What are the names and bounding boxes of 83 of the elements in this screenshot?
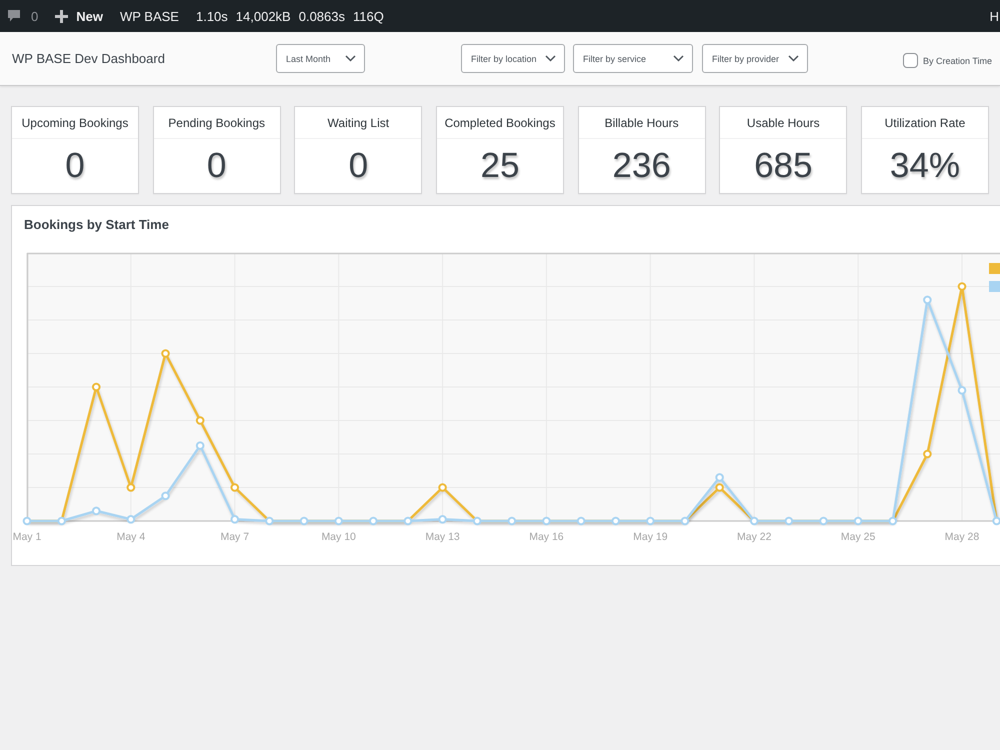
axis-label: May 1 xyxy=(12,531,42,543)
data-point xyxy=(265,516,274,526)
stat-value: 0 xyxy=(64,145,86,187)
data-point xyxy=(854,516,862,526)
filter-select[interactable]: Filter by location xyxy=(461,44,565,73)
data-point xyxy=(784,516,794,526)
data-point xyxy=(57,516,66,526)
axis-label: May 19 xyxy=(633,531,668,543)
stat-value: 0 xyxy=(206,145,228,187)
data-point xyxy=(161,492,170,500)
stat-label: Waiting List xyxy=(295,107,422,139)
stat-value: 25 xyxy=(480,145,520,187)
new-link[interactable]: New xyxy=(55,8,103,24)
stat-value: 236 xyxy=(611,145,672,187)
data-point xyxy=(161,349,170,358)
data-point xyxy=(958,386,966,395)
account-link[interactable]: H xyxy=(990,8,1000,24)
data-point xyxy=(611,516,620,526)
data-point xyxy=(438,483,447,492)
data-point xyxy=(888,516,898,526)
data-point xyxy=(923,296,932,304)
stat-link[interactable]: 116Q xyxy=(353,8,384,24)
stat-label: Utilization Rate xyxy=(862,107,988,139)
axis-label: May 13 xyxy=(425,531,460,543)
data-point xyxy=(715,483,724,492)
axis-label: May 10 xyxy=(321,531,356,543)
data-point xyxy=(230,483,240,492)
stat-link[interactable]: 0.0863s xyxy=(298,8,345,24)
data-point xyxy=(92,382,101,392)
stat-value: 685 xyxy=(753,145,814,187)
plus-icon xyxy=(55,10,68,22)
chart-title: Bookings by Start Time xyxy=(23,216,169,234)
data-point xyxy=(680,516,690,526)
data-point xyxy=(923,450,932,458)
chevron-down-icon xyxy=(345,55,356,62)
data-point xyxy=(196,416,204,425)
data-point xyxy=(438,515,447,524)
data-point xyxy=(230,515,240,524)
axis-label: May 4 xyxy=(116,531,146,543)
period-select[interactable]: Last Month xyxy=(276,44,365,73)
filter-select[interactable]: Filter by provider xyxy=(702,44,808,73)
data-point xyxy=(196,441,204,450)
data-point xyxy=(958,282,966,291)
data-point xyxy=(750,516,759,526)
stat-value: 34% xyxy=(888,145,961,187)
filter-select[interactable]: Filter by service xyxy=(573,44,693,73)
comment-bubble-icon xyxy=(7,9,21,23)
data-point xyxy=(300,516,308,526)
data-point xyxy=(22,516,32,526)
stat-link[interactable]: 1.10s xyxy=(196,8,228,24)
checkbox-label: By Creation Time xyxy=(923,56,992,66)
data-point xyxy=(508,516,516,526)
stat-label: Billable Hours xyxy=(578,107,705,139)
chevron-down-icon xyxy=(673,55,684,62)
data-point xyxy=(404,516,412,526)
data-point xyxy=(126,483,136,492)
axis-label: May 16 xyxy=(529,531,564,543)
chevron-down-icon xyxy=(545,55,556,62)
data-point xyxy=(369,516,378,526)
stat-label: Pending Bookings xyxy=(154,107,280,139)
stat-label: Upcoming Bookings xyxy=(12,107,138,139)
stat-link[interactable]: 14,002kB xyxy=(236,8,291,24)
axis-label: May 25 xyxy=(840,531,876,543)
dashboard-title: WP BASE Dev Dashboard xyxy=(12,51,166,66)
axis-label: May 7 xyxy=(220,531,250,543)
axis-label: May 22 xyxy=(737,531,772,543)
data-point xyxy=(715,473,724,482)
data-point xyxy=(334,516,343,526)
data-point xyxy=(819,516,828,526)
creation-time-checkbox[interactable] xyxy=(903,53,918,68)
data-point xyxy=(126,515,136,524)
stat-label: Completed Bookings xyxy=(436,107,563,139)
chevron-down-icon xyxy=(788,55,799,62)
comments-link[interactable]: 0 xyxy=(7,8,38,24)
data-point xyxy=(576,516,586,526)
data-point xyxy=(542,516,551,526)
data-point xyxy=(646,516,655,526)
stat-value: 0 xyxy=(348,145,370,187)
site-name-link[interactable]: WP BASE xyxy=(120,8,179,24)
stat-label: Usable Hours xyxy=(720,107,846,139)
data-point xyxy=(92,506,101,516)
data-point xyxy=(472,516,482,526)
axis-label: May 28 xyxy=(944,531,980,543)
